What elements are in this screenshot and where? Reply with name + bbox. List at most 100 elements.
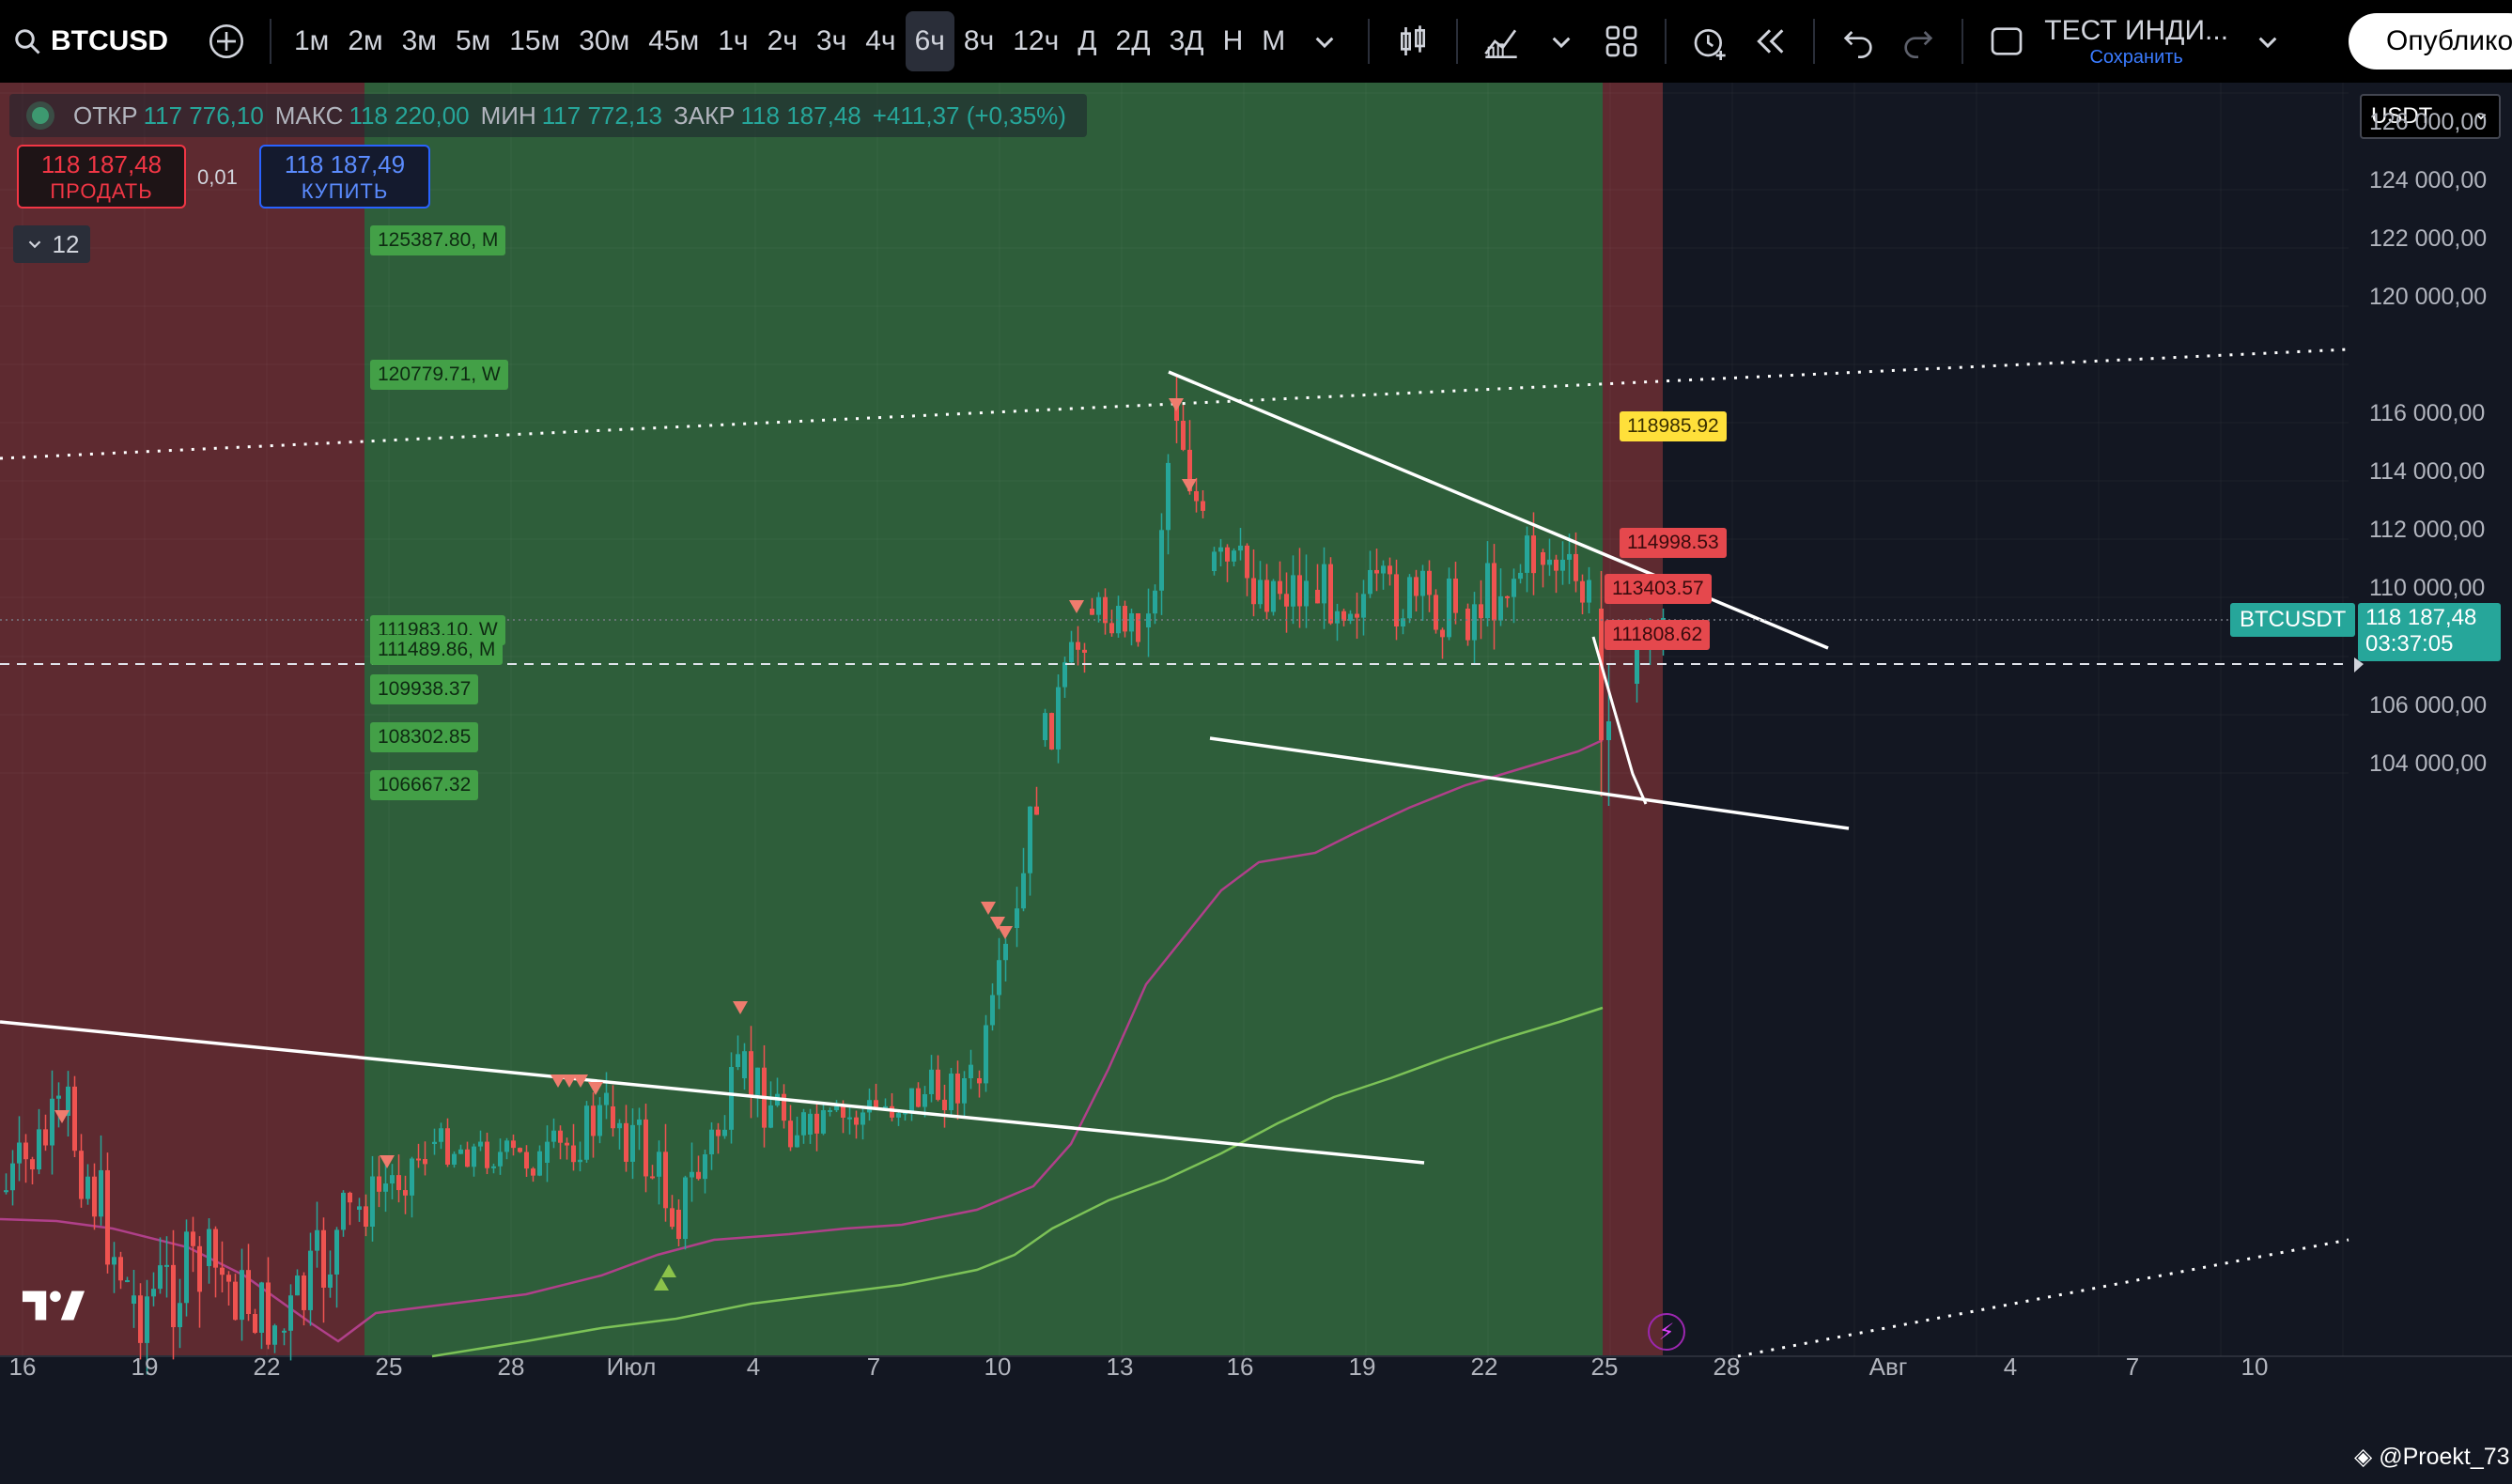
candle-body xyxy=(207,1229,211,1266)
layout-dropdown-button[interactable] xyxy=(2238,11,2298,71)
level-label-l2: 120779.71, W xyxy=(370,360,508,390)
chart-type-button[interactable] xyxy=(1383,11,1443,71)
symbol-search[interactable]: BTCUSD xyxy=(13,25,168,57)
interval-7[interactable]: 1ч xyxy=(708,11,757,71)
candle-body xyxy=(341,1192,346,1230)
candle-body xyxy=(1472,604,1477,641)
interval-9[interactable]: 3ч xyxy=(807,11,856,71)
lightning-icon[interactable]: ⚡ xyxy=(1648,1313,1685,1351)
candle-body xyxy=(478,1141,483,1147)
chevron-down-icon xyxy=(28,240,40,249)
candle-body xyxy=(969,1064,973,1078)
interval-4[interactable]: 15м xyxy=(500,11,569,71)
interval-6[interactable]: 45м xyxy=(639,11,708,71)
candle-body xyxy=(1512,579,1516,597)
candle-body xyxy=(1015,908,1019,928)
undo-button[interactable] xyxy=(1828,11,1888,71)
interval-0[interactable]: 1м xyxy=(285,11,338,71)
candle-body xyxy=(617,1122,622,1129)
candle-body xyxy=(923,1093,927,1107)
interval-17[interactable]: Н xyxy=(1214,11,1253,71)
layout-checkbox[interactable] xyxy=(1977,11,2037,71)
compare-button[interactable] xyxy=(196,11,256,71)
candle-body xyxy=(118,1257,123,1281)
level-label-r1: 118985.92 xyxy=(1620,411,1727,441)
indicators-collapse-button[interactable]: 12 xyxy=(13,225,90,263)
candle-body xyxy=(504,1140,509,1152)
publish-button[interactable]: Опублико xyxy=(2349,13,2512,70)
candle-body xyxy=(432,1141,437,1144)
buy-button[interactable]: 118 187,49 КУПИТЬ xyxy=(259,145,430,209)
interval-13[interactable]: 12ч xyxy=(1003,11,1068,71)
candle-body xyxy=(1003,943,1008,961)
candle-body xyxy=(184,1231,189,1304)
candle-body xyxy=(1434,595,1438,630)
toolbar-divider xyxy=(1665,19,1667,64)
interval-18[interactable]: М xyxy=(1252,11,1295,71)
chart-pane[interactable]: ОТКР 117 776,10 МАКС 118 220,00 МИН 117 772… xyxy=(0,83,2512,1484)
candle-body xyxy=(439,1128,443,1142)
candle-body xyxy=(43,1129,48,1146)
candle-body xyxy=(1159,530,1164,591)
templates-button[interactable] xyxy=(1591,11,1651,71)
candle-body xyxy=(511,1140,516,1149)
level-label-l5: 109938.37 xyxy=(370,674,479,704)
candle-body xyxy=(377,1176,381,1192)
candle-body xyxy=(768,1105,773,1128)
candle-body xyxy=(644,1119,648,1177)
candle-body xyxy=(348,1192,352,1203)
current-price: 118 187,48 xyxy=(2365,605,2477,630)
candle-body xyxy=(949,1074,954,1111)
interval-dropdown-button[interactable] xyxy=(1295,11,1355,71)
interval-2[interactable]: 3м xyxy=(393,11,446,71)
candle-body xyxy=(1090,609,1094,615)
price-axis-tick: 126 000,00 xyxy=(2369,109,2488,135)
alert-button[interactable] xyxy=(1680,11,1740,71)
price-axis-tick: 114 000,00 xyxy=(2369,458,2486,485)
time-axis-tick: 22 xyxy=(253,1353,281,1381)
interval-8[interactable]: 2ч xyxy=(758,11,807,71)
candle-body xyxy=(416,1158,421,1161)
redo-button[interactable] xyxy=(1888,11,1948,71)
level-label-r2: 114998.53 xyxy=(1620,528,1727,558)
candle-body xyxy=(1485,563,1490,619)
candle-body xyxy=(1056,687,1061,750)
candle-body xyxy=(1420,570,1425,596)
candle-body xyxy=(578,1159,582,1163)
interval-14[interactable]: Д xyxy=(1068,11,1106,71)
candle-body xyxy=(1355,613,1359,618)
candle-body xyxy=(288,1295,293,1331)
time-axis-tick: 25 xyxy=(375,1353,403,1381)
candle-body xyxy=(1181,421,1186,450)
indicators-dropdown-button[interactable] xyxy=(1531,11,1591,71)
candle-body xyxy=(1076,642,1080,650)
interval-15[interactable]: 2Д xyxy=(1107,11,1160,71)
replay-button[interactable] xyxy=(1740,11,1800,71)
interval-5[interactable]: 30м xyxy=(569,11,639,71)
candle-body xyxy=(1082,649,1087,653)
plus-circle-icon xyxy=(209,24,243,58)
toolbar-divider xyxy=(1813,19,1816,64)
candle-body xyxy=(597,1105,602,1136)
layout-name[interactable]: ТЕСТ ИНДИ... Сохранить xyxy=(2044,15,2228,69)
candle-body xyxy=(1271,580,1276,612)
interval-10[interactable]: 4ч xyxy=(856,11,905,71)
time-axis-tick: 22 xyxy=(1470,1353,1498,1381)
interval-16[interactable]: 3Д xyxy=(1160,11,1214,71)
candle-body xyxy=(105,1169,110,1265)
time-axis-tick: 19 xyxy=(1348,1353,1376,1381)
candle-body xyxy=(755,1067,760,1095)
interval-1[interactable]: 2м xyxy=(338,11,392,71)
time-axis-tick: Авг xyxy=(1868,1353,1908,1381)
buy-price: 118 187,49 xyxy=(284,149,406,178)
interval-11[interactable]: 6ч xyxy=(905,11,954,71)
indicators-button[interactable] xyxy=(1471,11,1531,71)
time-axis-tick: 19 xyxy=(131,1353,159,1381)
interval-3[interactable]: 5м xyxy=(446,11,500,71)
candle-body xyxy=(1567,553,1572,560)
sell-button[interactable]: 118 187,48 ПРОДАТЬ xyxy=(17,145,186,209)
alarm-clock-icon xyxy=(1694,29,1726,60)
candle-body xyxy=(1251,578,1256,605)
interval-12[interactable]: 8ч xyxy=(954,11,1003,71)
candle-body xyxy=(132,1295,136,1304)
